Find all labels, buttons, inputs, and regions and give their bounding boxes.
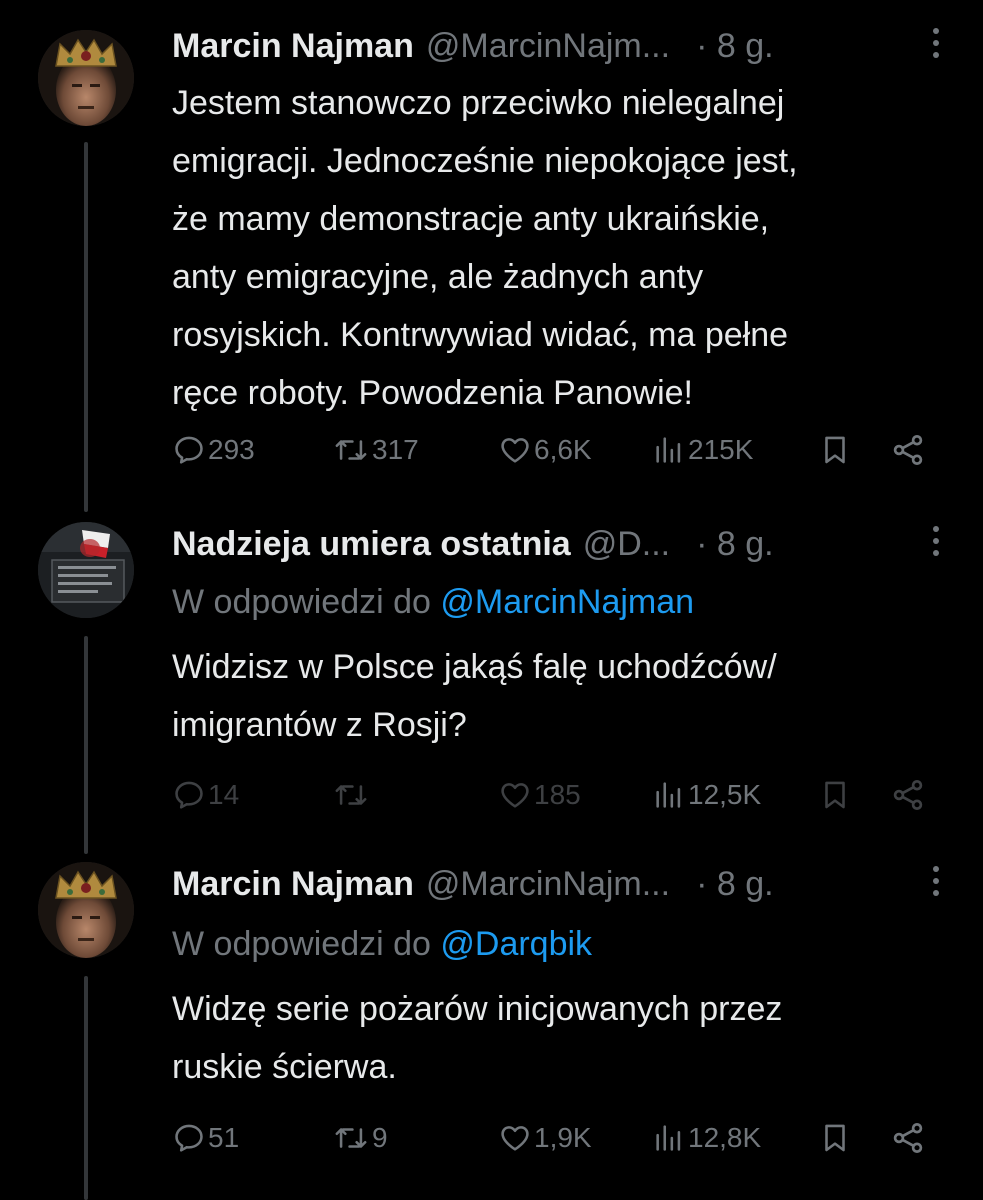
tweet-text-line: imigrantów z Rosji? (172, 706, 467, 744)
share-icon (890, 432, 926, 468)
tweet-header: Nadzieja umiera ostatnia @D... · 8 g. (172, 522, 943, 566)
share-button[interactable] (890, 1115, 926, 1161)
repost-button[interactable] (332, 772, 372, 818)
bookmark-icon (818, 432, 852, 468)
tweet-header: Marcin Najman @MarcinNajm... · 8 g. (172, 24, 943, 68)
bookmark-button[interactable] (818, 427, 852, 473)
action-bar: 14 185 12,5K (172, 772, 942, 818)
repost-count: 317 (372, 434, 419, 465)
more-options-icon[interactable] (929, 28, 943, 64)
more-options-icon[interactable] (929, 866, 943, 902)
views-button[interactable]: 12,8K (652, 1115, 761, 1161)
more-options-icon[interactable] (929, 526, 943, 562)
heart-icon (498, 1121, 532, 1155)
conversation-thread: Marcin Najman @MarcinNajm... · 8 g. Jest… (0, 0, 983, 1200)
tweet-text-line: ręce roboty. Powodzenia Panowie! (172, 374, 694, 412)
mention-link[interactable]: @Darqbik (440, 925, 592, 963)
action-bar: 51 9 1,9K 12,8K (172, 1115, 942, 1161)
repost-count: 9 (372, 1122, 388, 1153)
reply-button[interactable]: 293 (172, 427, 255, 473)
tweet-text-line: Jestem stanowczo przeciwko nielegalnej (172, 84, 785, 122)
author-name[interactable]: Marcin Najman (172, 24, 414, 68)
timestamp[interactable]: · 8 g. (696, 24, 773, 68)
bookmark-button[interactable] (818, 1115, 852, 1161)
thread-connector-line (84, 636, 88, 854)
reply-button[interactable]: 14 (172, 772, 239, 818)
views-count: 12,8K (688, 1122, 762, 1153)
tweet-text-line: że mamy demonstracje anty ukraińskie, (172, 200, 770, 238)
avatar[interactable] (38, 862, 134, 958)
bookmark-icon (818, 777, 852, 813)
heart-icon (498, 433, 532, 467)
like-button[interactable]: 1,9K (498, 1115, 592, 1161)
tweet-text-line: Widzę serie pożarów inicjowanych przez (172, 990, 783, 1028)
author-handle[interactable]: @D... (583, 522, 670, 566)
thread-connector-line (84, 142, 88, 512)
timestamp[interactable]: · 8 g. (696, 522, 773, 566)
views-count: 215K (688, 434, 754, 465)
views-icon (652, 433, 686, 467)
bookmark-icon (818, 1120, 852, 1156)
reply-icon (172, 778, 206, 812)
like-count: 185 (534, 779, 581, 810)
share-icon (890, 1120, 926, 1156)
views-count: 12,5K (688, 779, 762, 810)
views-icon (652, 1121, 686, 1155)
share-button[interactable] (890, 772, 926, 818)
tweet-text-line: emigracji. Jednocześnie niepokojące jest… (172, 142, 798, 180)
action-bar: 293 317 6,6K 215K (172, 427, 942, 473)
tweet-text-line: ruskie ścierwa. (172, 1048, 397, 1086)
tweet-header: Marcin Najman @MarcinNajm... · 8 g. (172, 862, 943, 906)
reply-button[interactable]: 51 (172, 1115, 239, 1161)
tweet-text: Jestem stanowczo przeciwko nielegalnej e… (172, 74, 952, 422)
thread-connector-line (84, 976, 88, 1200)
reply-count: 14 (208, 779, 240, 810)
views-button[interactable]: 12,5K (652, 772, 761, 818)
reply-context-label: W odpowiedzi do (172, 925, 441, 963)
share-icon (890, 777, 926, 813)
repost-icon (332, 778, 370, 812)
reply-count: 51 (208, 1122, 240, 1153)
heart-icon (498, 778, 532, 812)
avatar[interactable] (38, 30, 134, 126)
bookmark-button[interactable] (818, 772, 852, 818)
tweet-text: Widzisz w Polsce jakąś falę uchodźców/ i… (172, 638, 952, 754)
views-button[interactable]: 215K (652, 427, 753, 473)
like-count: 1,9K (534, 1122, 592, 1153)
author-handle[interactable]: @MarcinNajm... (426, 862, 670, 906)
like-button[interactable]: 6,6K (498, 427, 592, 473)
reply-context: W odpowiedzi do @MarcinNajman (172, 580, 694, 624)
views-icon (652, 778, 686, 812)
repost-button[interactable]: 9 (332, 1115, 388, 1161)
reply-icon (172, 1121, 206, 1155)
author-name[interactable]: Nadzieja umiera ostatnia (172, 522, 571, 566)
tweet-text-line: anty emigracyjne, ale żadnych anty (172, 258, 704, 296)
reply-context-label: W odpowiedzi do (172, 583, 441, 621)
avatar[interactable] (38, 522, 134, 618)
tweet-text-line: Widzisz w Polsce jakąś falę uchodźców/ (172, 648, 777, 686)
mention-link[interactable]: @MarcinNajman (440, 583, 694, 621)
repost-icon (332, 1121, 370, 1155)
timestamp[interactable]: · 8 g. (696, 862, 773, 906)
author-handle[interactable]: @MarcinNajm... (426, 24, 670, 68)
like-button[interactable]: 185 (498, 772, 581, 818)
author-name[interactable]: Marcin Najman (172, 862, 414, 906)
reply-icon (172, 433, 206, 467)
tweet-text: Widzę serie pożarów inicjowanych przez r… (172, 980, 952, 1096)
share-button[interactable] (890, 427, 926, 473)
repost-button[interactable]: 317 (332, 427, 419, 473)
reply-context: W odpowiedzi do @Darqbik (172, 922, 592, 966)
tweet-text-line: rosyjskich. Kontrwywiad widać, ma pełne (172, 316, 789, 354)
reply-count: 293 (208, 434, 255, 465)
like-count: 6,6K (534, 434, 592, 465)
repost-icon (332, 433, 370, 467)
